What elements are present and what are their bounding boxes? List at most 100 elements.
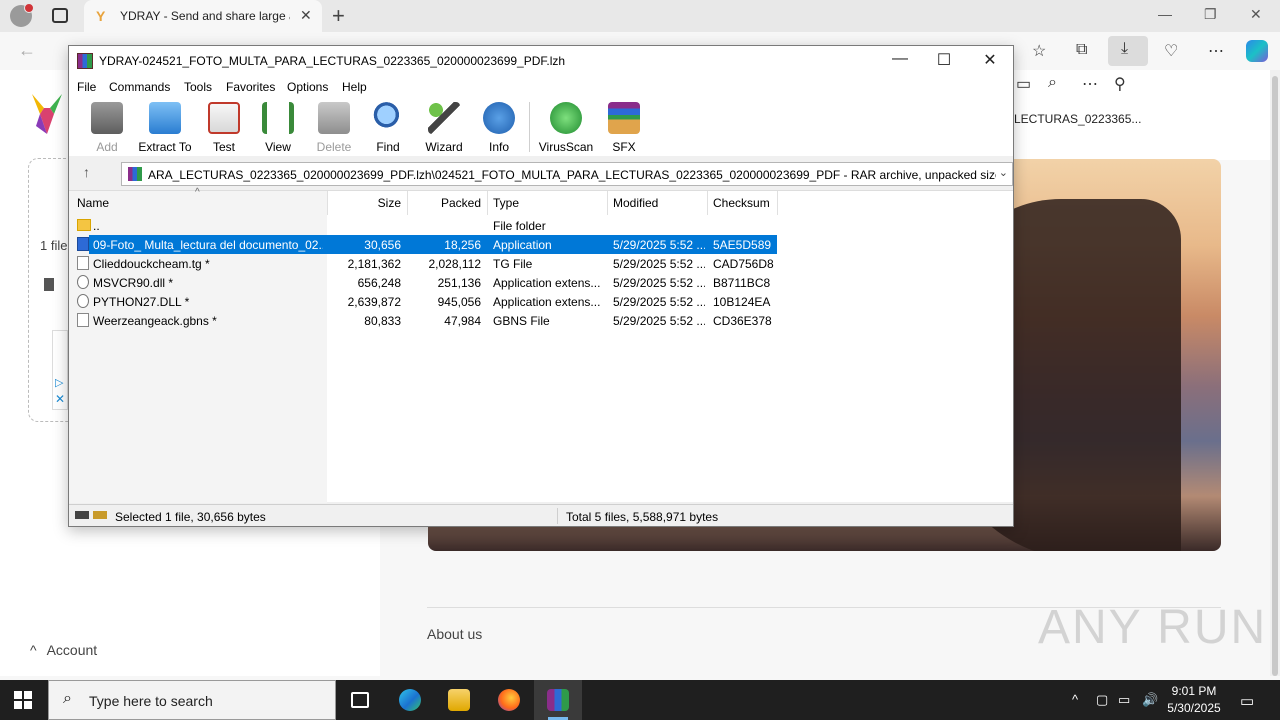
menu-help[interactable]: Help xyxy=(342,80,367,94)
network-icon[interactable]: ▭ xyxy=(1118,692,1130,708)
column-size[interactable]: Size xyxy=(331,191,401,215)
chevron-down-icon[interactable]: ⌄ xyxy=(999,166,1008,179)
more-icon[interactable]: ⋯ xyxy=(1082,74,1098,94)
firefox-icon xyxy=(498,689,520,711)
table-row[interactable]: Clieddouckcheam.tg * 2,181,362 2,028,112… xyxy=(69,254,1013,273)
column-separator[interactable] xyxy=(777,191,778,215)
about-us-link[interactable]: About us xyxy=(427,626,482,642)
edge-taskbar-button[interactable] xyxy=(386,680,434,720)
application-icon xyxy=(77,237,89,251)
chevron-up-icon[interactable]: ^ xyxy=(1072,692,1078,707)
edge-icon xyxy=(399,689,421,711)
explorer-taskbar-button[interactable] xyxy=(435,680,483,720)
collections-icon[interactable]: ⧉ xyxy=(1076,41,1087,59)
pin-icon[interactable]: ⚲ xyxy=(1114,74,1126,94)
menu-options[interactable]: Options xyxy=(287,80,328,94)
folder-icon xyxy=(77,219,91,231)
view-button[interactable]: View xyxy=(250,102,306,154)
taskbar-search[interactable]: ⌕ Type here to search xyxy=(48,680,336,720)
sfx-icon xyxy=(608,102,640,134)
sort-ascending-icon: ^ xyxy=(195,187,200,198)
winrar-close-icon[interactable]: ✕ xyxy=(967,50,1013,72)
column-separator[interactable] xyxy=(327,191,328,215)
profile-avatar-icon[interactable] xyxy=(10,3,34,27)
table-row[interactable]: MSVCR90.dll * 656,248 251,136 Applicatio… xyxy=(69,273,1013,292)
file-explorer-icon xyxy=(448,689,470,711)
menu-tools[interactable]: Tools xyxy=(184,80,212,94)
add-icon xyxy=(91,102,123,134)
copilot-icon[interactable] xyxy=(1246,40,1268,62)
delete-icon xyxy=(318,102,350,134)
winrar-maximize-icon[interactable]: ☐ xyxy=(921,50,967,72)
add-label: Add xyxy=(96,140,118,154)
column-packed[interactable]: Packed xyxy=(411,191,481,215)
account-toggle[interactable]: ^ Account xyxy=(30,642,97,658)
find-button[interactable]: Find xyxy=(360,102,416,154)
view-label: View xyxy=(265,140,291,154)
cell-packed: 251,136 xyxy=(437,276,481,290)
cell-size: 2,639,872 xyxy=(347,295,401,309)
delete-button[interactable]: Delete xyxy=(306,102,362,154)
downloads-button[interactable]: ⤓ xyxy=(1108,36,1148,66)
folder-icon[interactable]: ▭ xyxy=(1016,74,1031,94)
virusscan-button[interactable]: VirusScan xyxy=(538,102,594,154)
back-arrow-icon[interactable]: ← xyxy=(18,40,36,61)
minimize-icon[interactable]: — xyxy=(1158,6,1172,22)
drive-key-icon[interactable] xyxy=(75,511,107,519)
cell-size: 80,833 xyxy=(364,314,401,328)
ad-choices-icon[interactable]: ▷ xyxy=(55,376,63,389)
test-button[interactable]: Test xyxy=(196,102,252,154)
column-separator[interactable] xyxy=(607,191,608,215)
column-name[interactable]: Name xyxy=(77,191,323,215)
ad-close-icon[interactable]: ✕ xyxy=(55,392,65,406)
tab-actions-icon[interactable] xyxy=(52,8,68,23)
winrar-titlebar[interactable]: YDRAY-024521_FOTO_MULTA_PARA_LECTURAS_02… xyxy=(69,46,1013,76)
path-field[interactable]: ARA_LECTURAS_0223365_020000023699_PDF.lz… xyxy=(121,162,1013,186)
restore-icon[interactable]: ❐ xyxy=(1204,6,1217,23)
menu-file[interactable]: File xyxy=(77,80,96,94)
column-checksum[interactable]: Checksum xyxy=(713,191,777,215)
column-separator[interactable] xyxy=(707,191,708,215)
task-view-button[interactable] xyxy=(336,680,384,720)
info-button[interactable]: Info xyxy=(471,102,527,154)
table-row[interactable]: PYTHON27.DLL * 2,639,872 945,056 Applica… xyxy=(69,292,1013,311)
close-tab-icon[interactable]: ✕ xyxy=(300,7,312,24)
volume-icon[interactable]: 🔊 xyxy=(1142,692,1158,708)
firefox-taskbar-button[interactable] xyxy=(485,680,533,720)
cell-type: TG File xyxy=(493,257,533,271)
menu-favorites[interactable]: Favorites xyxy=(226,80,275,94)
table-row[interactable]: .. File folder xyxy=(69,216,1013,235)
column-separator[interactable] xyxy=(407,191,408,215)
menu-commands[interactable]: Commands xyxy=(109,80,170,94)
wizard-button[interactable]: Wizard xyxy=(416,102,472,154)
device-icon[interactable]: ▢ xyxy=(1096,692,1108,708)
extract-to-button[interactable]: Extract To xyxy=(137,102,193,154)
cell-name: Clieddouckcheam.tg * xyxy=(93,257,210,271)
taskbar: ⌕ Type here to search ^ ▢ ▭ 🔊 9:01 PM 5/… xyxy=(0,680,1280,720)
browser-essentials-icon[interactable]: ♡ xyxy=(1164,41,1178,61)
sfx-button[interactable]: SFX xyxy=(596,102,652,154)
table-row-selected[interactable]: 09-Foto_ Multa_lectura del documento_02.… xyxy=(69,235,1013,254)
search-icon[interactable]: ⌕ xyxy=(1048,74,1057,92)
more-options-icon[interactable]: ⋯ xyxy=(1208,41,1224,61)
add-button[interactable]: Add xyxy=(79,102,135,154)
cell-type: Application xyxy=(493,238,552,252)
find-label: Find xyxy=(376,140,400,154)
notifications-icon[interactable]: ▭ xyxy=(1240,692,1254,710)
task-view-icon xyxy=(351,692,369,708)
column-modified[interactable]: Modified xyxy=(613,191,703,215)
windows-start-icon[interactable] xyxy=(14,691,32,709)
browser-tab[interactable]: Y YDRAY - Send and share large and ✕ xyxy=(84,0,322,32)
favorites-icon[interactable]: ☆ xyxy=(1032,41,1046,61)
winrar-taskbar-button[interactable] xyxy=(534,680,582,720)
new-tab-icon[interactable]: + xyxy=(332,3,345,29)
column-type[interactable]: Type xyxy=(493,191,603,215)
page-scrollbar-thumb[interactable] xyxy=(1272,76,1278,676)
winrar-minimize-icon[interactable]: — xyxy=(877,50,923,72)
close-window-icon[interactable]: ✕ xyxy=(1250,6,1262,23)
clock[interactable]: 9:01 PM 5/30/2025 xyxy=(1160,683,1228,717)
anyrun-watermark: ANY RUN xyxy=(1038,601,1268,654)
up-folder-icon[interactable]: ↑ xyxy=(83,164,90,180)
table-row[interactable]: Weerzeangeack.gbns * 80,833 47,984 GBNS … xyxy=(69,311,1013,330)
column-separator[interactable] xyxy=(487,191,488,215)
